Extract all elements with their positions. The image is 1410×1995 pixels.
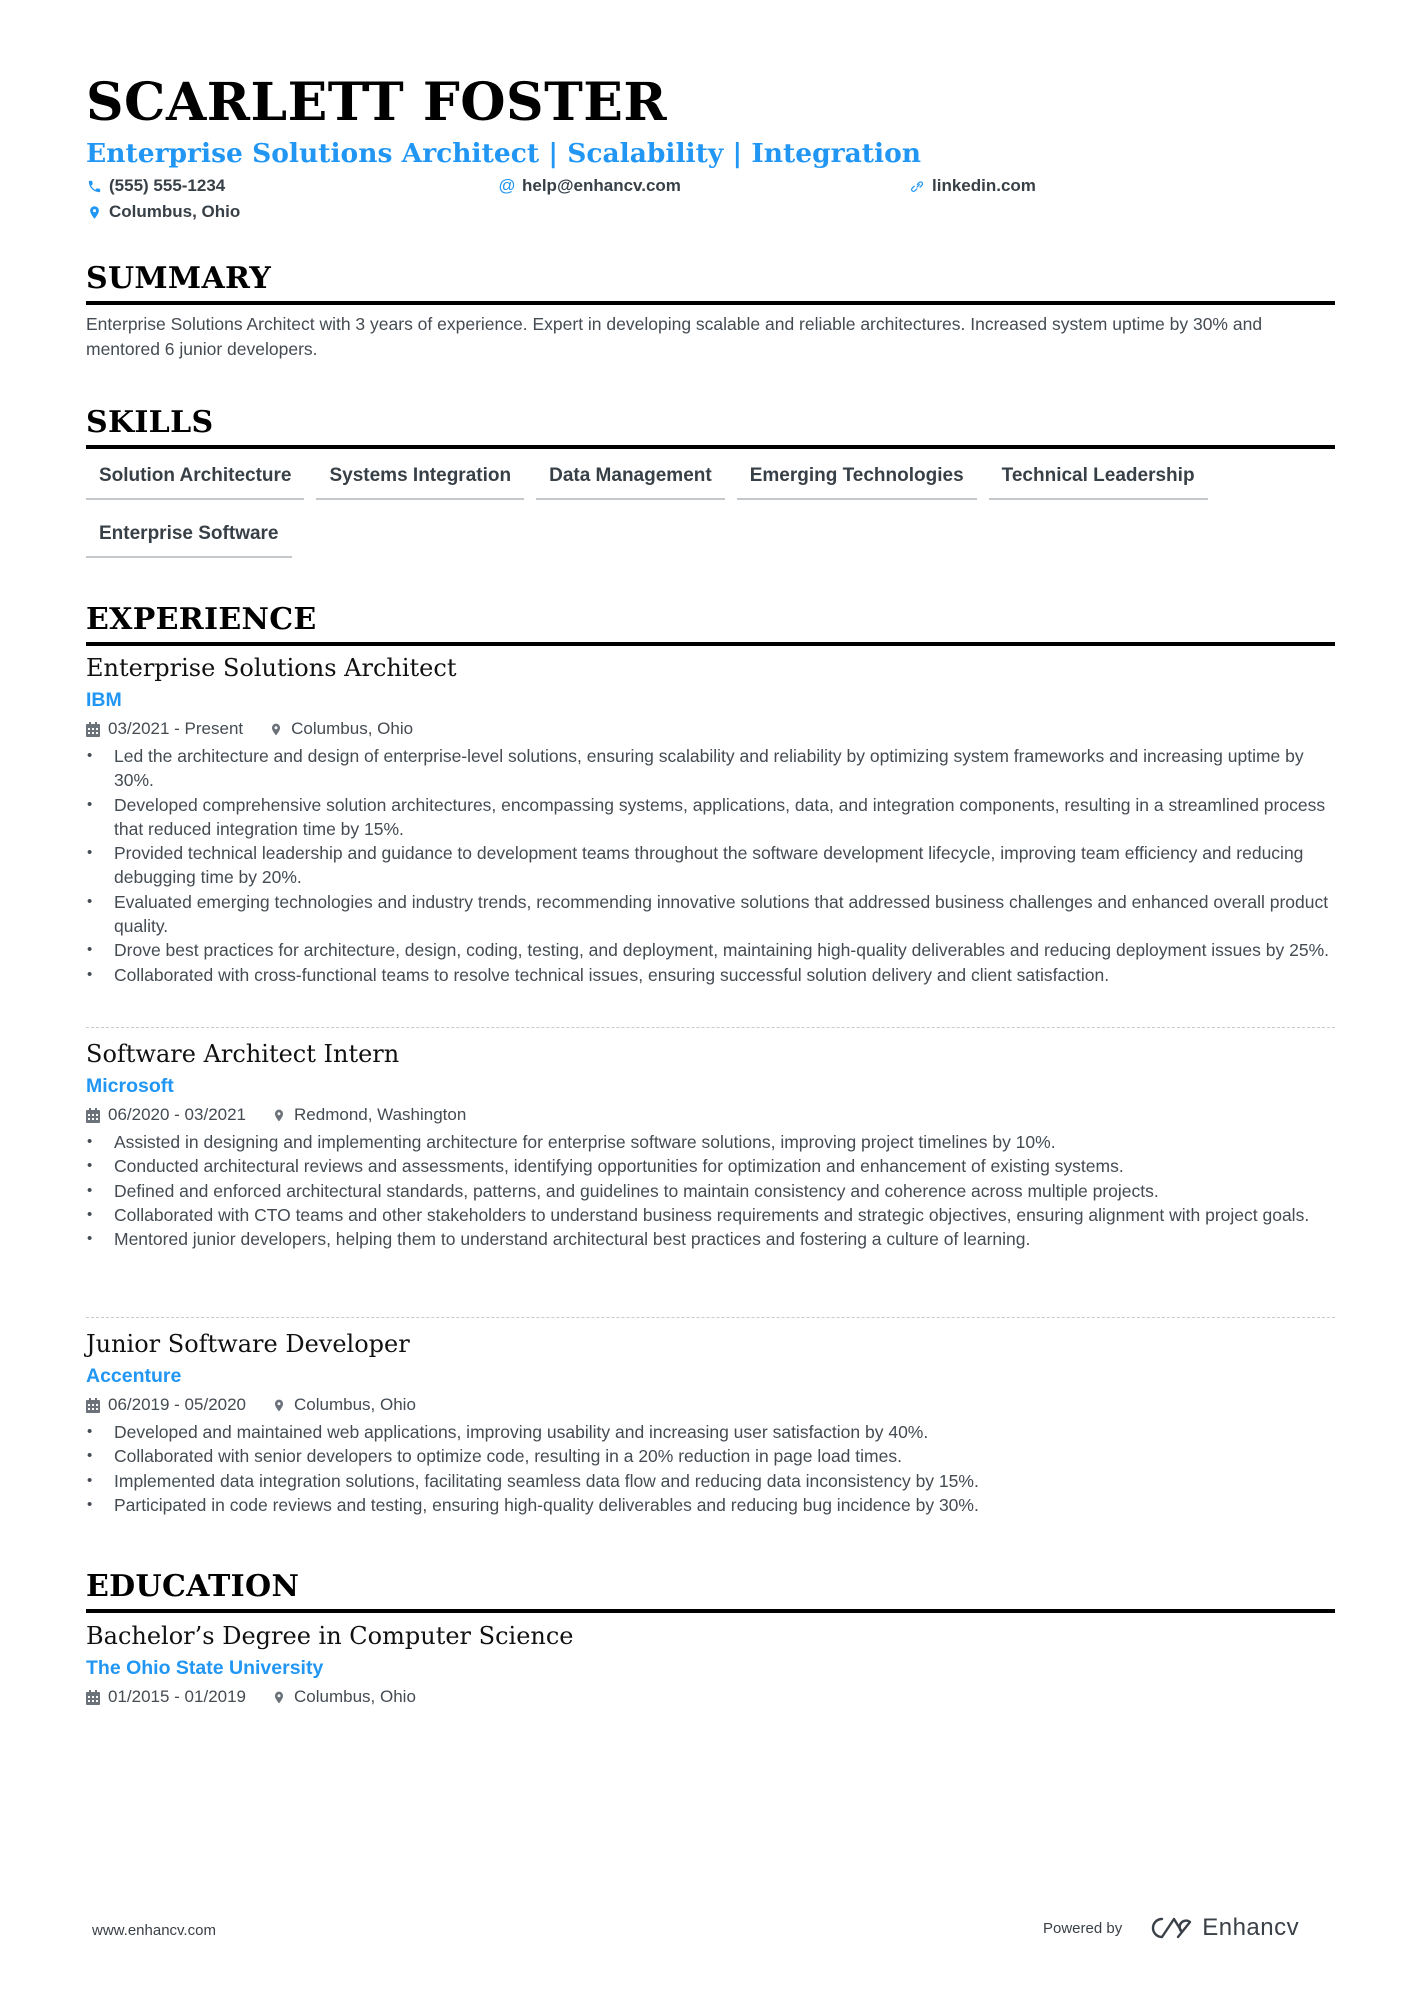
skill-tag: Data Management <box>536 456 725 500</box>
map-pin-icon <box>274 1109 284 1121</box>
education-location: Columbus, Ohio <box>294 1687 416 1706</box>
bullet-item: Developed and maintained web application… <box>86 1420 1335 1445</box>
company-name[interactable]: IBM <box>86 686 1335 714</box>
bullet-item: Defined and enforced architectural stand… <box>86 1179 1335 1204</box>
candidate-name: SCARLETT FOSTER <box>86 72 668 133</box>
calendar-icon <box>86 1107 100 1123</box>
experience-heading: EXPERIENCE <box>86 605 1335 646</box>
enhancv-logo-icon <box>1152 1917 1192 1939</box>
education-meta: 01/2015 - 01/2019 Columbus, Ohio <box>86 1684 1335 1710</box>
summary-heading: SUMMARY <box>86 264 1335 305</box>
job-meta: 06/2019 - 05/2020 Columbus, Ohio <box>86 1392 1335 1418</box>
skills-list: Solution Architecture Systems Integratio… <box>86 456 1335 558</box>
job-location: Columbus, Ohio <box>291 719 414 738</box>
experience-entry: Enterprise Solutions Architect IBM 03/20… <box>86 652 1335 987</box>
experience-entry: Software Architect Intern Microsoft 06/2… <box>86 1038 1335 1252</box>
job-location: Columbus, Ohio <box>294 1395 416 1414</box>
school-name[interactable]: The Ohio State University <box>86 1654 1335 1682</box>
experience-entry: Junior Software Developer Accenture 06/2… <box>86 1328 1335 1517</box>
email-value: help@enhancv.com <box>522 176 681 195</box>
phone-value: (555) 555-1234 <box>109 176 226 195</box>
contact-email[interactable]: @ help@enhancv.com <box>498 176 681 196</box>
company-name[interactable]: Accenture <box>86 1362 1335 1390</box>
footer-website[interactable]: www.enhancv.com <box>92 1922 216 1939</box>
powered-by-label: Powered by <box>1043 1919 1123 1937</box>
calendar-icon <box>86 721 100 737</box>
bullet-item: Led the architecture and design of enter… <box>86 744 1335 793</box>
bullet-item: Mentored junior developers, helping them… <box>86 1227 1335 1252</box>
education-entry: Bachelor’s Degree in Computer Science Th… <box>86 1620 1335 1710</box>
contact-phone[interactable]: (555) 555-1234 <box>86 176 225 196</box>
map-pin-icon <box>274 1399 284 1411</box>
job-dates: 06/2020 - 03/2021 <box>108 1105 247 1124</box>
bullet-item: Implemented data integration solutions, … <box>86 1469 1335 1494</box>
job-bullets: Developed and maintained web application… <box>86 1420 1335 1517</box>
job-dates: 06/2019 - 05/2020 <box>108 1395 247 1414</box>
education-heading: EDUCATION <box>86 1572 1335 1613</box>
skill-tag: Technical Leadership <box>988 456 1208 500</box>
contact-linkedin[interactable]: linkedin.com <box>909 176 1036 196</box>
skill-tag: Emerging Technologies <box>736 456 977 500</box>
contact-location: Columbus, Ohio <box>86 202 240 222</box>
phone-icon <box>86 177 102 195</box>
job-meta: 03/2021 - Present Columbus, Ohio <box>86 716 1335 742</box>
bullet-item: Provided technical leadership and guidan… <box>86 841 1335 890</box>
candidate-headline: Enterprise Solutions Architect | Scalabi… <box>86 138 922 169</box>
job-title: Software Architect Intern <box>86 1040 400 1068</box>
job-bullets: Assisted in designing and implementing a… <box>86 1130 1335 1252</box>
bullet-item: Conducted architectural reviews and asse… <box>86 1154 1335 1179</box>
entry-divider <box>86 1317 1335 1318</box>
job-dates: 03/2021 - Present <box>108 719 244 738</box>
job-location: Redmond, Washington <box>294 1105 467 1124</box>
bullet-item: Collaborated with cross-functional teams… <box>86 963 1335 988</box>
bullet-item: Participated in code reviews and testing… <box>86 1493 1335 1518</box>
bullet-item: Evaluated emerging technologies and indu… <box>86 890 1335 939</box>
enhancv-brand[interactable]: Enhancv <box>1146 1914 1299 1942</box>
skill-tag: Enterprise Software <box>86 514 292 558</box>
entry-divider <box>86 1027 1335 1028</box>
map-pin-icon <box>272 723 281 735</box>
bullet-item: Developed comprehensive solution archite… <box>86 793 1335 842</box>
brand-name: Enhancv <box>1202 1914 1300 1941</box>
calendar-icon <box>86 1397 100 1413</box>
education-dates: 01/2015 - 01/2019 <box>108 1687 247 1706</box>
map-pin-icon <box>86 203 102 221</box>
degree-title: Bachelor’s Degree in Computer Science <box>86 1622 574 1650</box>
skill-tag: Systems Integration <box>316 456 525 500</box>
summary-text: Enterprise Solutions Architect with 3 ye… <box>86 314 1263 359</box>
skill-tag: Solution Architecture <box>86 456 305 500</box>
map-pin-icon <box>274 1691 284 1703</box>
bullet-item: Collaborated with senior developers to o… <box>86 1444 1335 1469</box>
at-icon: @ <box>498 176 516 195</box>
bullet-item: Assisted in designing and implementing a… <box>86 1130 1335 1155</box>
job-meta: 06/2020 - 03/2021 Redmond, Washington <box>86 1102 1335 1128</box>
job-title: Junior Software Developer <box>86 1330 410 1358</box>
footer-branding[interactable]: Powered by Enhancv <box>1043 1914 1299 1942</box>
bullet-item: Collaborated with CTO teams and other st… <box>86 1203 1335 1228</box>
bullet-item: Drove best practices for architecture, d… <box>86 938 1335 963</box>
linkedin-value: linkedin.com <box>932 176 1036 195</box>
link-icon <box>909 177 925 195</box>
job-bullets: Led the architecture and design of enter… <box>86 744 1335 987</box>
skills-heading: SKILLS <box>86 408 1335 449</box>
location-value: Columbus, Ohio <box>109 202 241 221</box>
job-title: Enterprise Solutions Architect <box>86 654 457 682</box>
company-name[interactable]: Microsoft <box>86 1072 1335 1100</box>
calendar-icon <box>86 1689 100 1705</box>
